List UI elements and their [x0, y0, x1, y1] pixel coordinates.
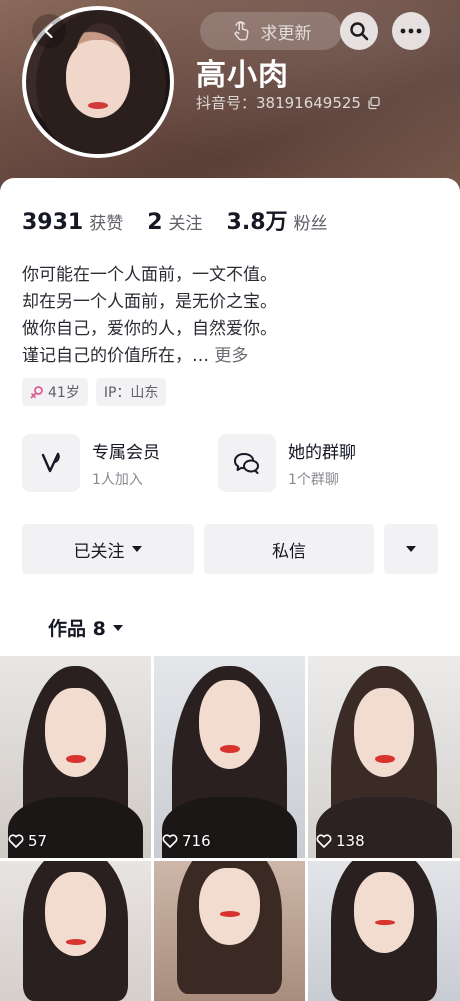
- work-likes: 138: [316, 832, 365, 850]
- bio-line-text: 谨记自己的价值所在，…: [22, 346, 215, 366]
- caret-down-icon: [131, 546, 142, 552]
- stat-followers-label: 粉丝: [293, 214, 328, 234]
- message-label: 私信: [272, 541, 306, 562]
- stat-likes-label: 获赞: [89, 214, 124, 234]
- heart-outline-icon: [8, 834, 24, 848]
- stat-likes-number: 3931: [22, 210, 84, 235]
- bio-line-last: 谨记自己的价值所在，… 更多: [22, 343, 432, 370]
- bio-more-link[interactable]: 更多: [214, 346, 248, 366]
- exclusive-membership-entry[interactable]: 专属会员 1人加入: [22, 434, 218, 492]
- more-options-button[interactable]: [392, 12, 430, 50]
- thumb-lips: [374, 754, 395, 764]
- chevron-left-icon: [44, 23, 53, 39]
- group-chat-icon: [234, 453, 259, 474]
- finger-tap-icon: [234, 21, 249, 41]
- search-button[interactable]: [340, 12, 378, 50]
- bio-line: 却在另一个人面前，是无价之宝。: [22, 292, 277, 312]
- stat-following-number: 2: [147, 210, 163, 235]
- stat-following[interactable]: 2 关注: [147, 209, 202, 235]
- thumb-face: [199, 868, 260, 945]
- feature-icon-box: [22, 434, 80, 492]
- copy-icon[interactable]: [367, 96, 381, 110]
- works-grid: 57 716 138: [0, 656, 460, 1001]
- back-button[interactable]: [32, 14, 66, 48]
- stat-likes[interactable]: 3931 获赞: [22, 209, 123, 235]
- caret-down-icon: [112, 624, 123, 631]
- thumb-face: [199, 680, 260, 770]
- feature-title: 她的群聊: [288, 442, 356, 463]
- bio-line: 做你自己，爱你的人，自然爱你。: [22, 319, 277, 339]
- message-button[interactable]: 私信: [204, 524, 374, 574]
- more-dots-icon: [400, 28, 422, 34]
- thumb-lips: [220, 744, 241, 753]
- profile-header: 求更新 高小肉 抖音号：38191649525: [0, 0, 460, 200]
- work-likes: 716: [162, 832, 211, 850]
- work-likes: 57: [8, 832, 47, 850]
- followed-label: 已关注: [73, 541, 125, 562]
- age-tag: 41岁: [22, 378, 88, 406]
- recommend-toggle-button[interactable]: [384, 524, 438, 574]
- action-buttons: 已关注 私信: [22, 524, 438, 574]
- work-thumbnail[interactable]: [308, 861, 460, 1001]
- feature-entries: 专属会员 1人加入 她的群聊 1个群聊: [22, 434, 414, 492]
- nickname: 高小肉: [196, 58, 289, 93]
- work-thumbnail[interactable]: [0, 861, 151, 1001]
- bio-line: 你可能在一个人面前，一文不值。: [22, 265, 277, 285]
- work-thumbnail[interactable]: 57: [0, 656, 151, 858]
- thumb-face: [353, 872, 415, 954]
- thumb-lips: [220, 911, 241, 917]
- ip-tag: IP：山东: [95, 378, 167, 406]
- work-thumbnail[interactable]: [154, 861, 305, 1001]
- thumb-face: [353, 688, 415, 778]
- work-likes-count: 716: [182, 832, 211, 850]
- avatar-lips: [88, 102, 108, 109]
- age-label: 41岁: [48, 385, 80, 401]
- search-icon: [350, 22, 369, 41]
- feature-title: 专属会员: [92, 442, 160, 463]
- work-likes-count: 138: [336, 832, 365, 850]
- request-update-button[interactable]: 求更新: [200, 12, 342, 50]
- group-chat-entry[interactable]: 她的群聊 1个群聊: [218, 434, 414, 492]
- caret-down-icon: [406, 546, 416, 552]
- ip-label: IP：山东: [103, 385, 159, 401]
- bio[interactable]: 你可能在一个人面前，一文不值。 却在另一个人面前，是无价之宝。 做你自己，爱你的…: [22, 262, 432, 370]
- tab-works[interactable]: 作品 8: [48, 614, 124, 641]
- thumb-lips: [66, 939, 87, 945]
- heart-outline-icon: [316, 834, 332, 848]
- feature-icon-box: [218, 434, 276, 492]
- feature-subtitle: 1人加入: [92, 471, 143, 488]
- tab-works-label: 作品 8: [48, 618, 106, 640]
- profile-tags: 41岁 IP：山东: [22, 378, 167, 406]
- stat-followers-number: 3.8万: [226, 210, 288, 235]
- thumb-lips: [66, 754, 87, 764]
- female-icon: [30, 386, 43, 399]
- douyin-id-text: 抖音号：38191649525: [196, 94, 361, 112]
- work-thumbnail[interactable]: 138: [308, 656, 460, 858]
- douyin-id[interactable]: 抖音号：38191649525: [196, 92, 381, 113]
- stats-row: 3931 获赞 2 关注 3.8万 粉丝: [22, 204, 352, 236]
- thumb-face: [45, 688, 106, 778]
- stat-followers[interactable]: 3.8万 粉丝: [227, 204, 328, 236]
- work-thumbnail[interactable]: 716: [154, 656, 305, 858]
- heart-outline-icon: [162, 834, 178, 848]
- work-likes-count: 57: [28, 832, 48, 850]
- feature-subtitle: 1个群聊: [288, 471, 339, 488]
- stat-following-label: 关注: [168, 214, 203, 234]
- request-update-label: 求更新: [260, 23, 312, 44]
- followed-button[interactable]: 已关注: [22, 524, 194, 574]
- vip-v-icon: [41, 452, 60, 473]
- profile-card: 3931 获赞 2 关注 3.8万 粉丝 你可能在一个人面前，一文不值。 却在另…: [0, 178, 460, 1001]
